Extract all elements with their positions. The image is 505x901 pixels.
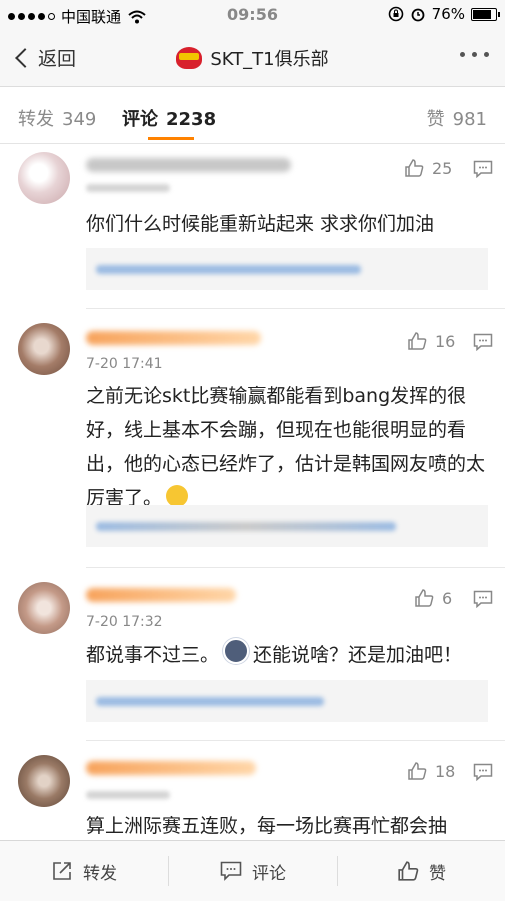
upside-down-face-icon <box>166 485 189 507</box>
meta-blurred <box>86 184 170 192</box>
husky-face-icon <box>223 638 250 664</box>
tab-comments[interactable]: 评论 2238 <box>122 105 216 131</box>
repost-label: 转发 <box>83 863 117 884</box>
tab-bar: 转发 349 评论 2238 赞 981 <box>0 87 505 144</box>
comment-icon <box>220 861 242 881</box>
tab-repost-count: 349 <box>62 109 97 130</box>
like-button[interactable]: 25 <box>404 158 452 178</box>
avatar[interactable] <box>18 323 70 375</box>
battery-icon <box>471 7 500 21</box>
navigation-bar: 返回 SKT_T1俱乐部 <box>0 30 505 87</box>
thumbs-up-icon <box>415 589 434 607</box>
quote-blurred <box>96 697 324 706</box>
status-bar: 中国联通 09:56 76% <box>0 0 505 30</box>
active-tab-indicator <box>148 137 194 140</box>
like-count: 6 <box>442 588 453 608</box>
like-label: 赞 <box>429 863 446 884</box>
tab-comments-count: 2238 <box>166 109 217 130</box>
divider <box>86 567 505 568</box>
quote-blurred <box>96 522 396 531</box>
like-button[interactable]: 6 <box>414 588 452 608</box>
reply-icon[interactable] <box>473 160 493 178</box>
divider <box>86 308 505 309</box>
thumbs-up-icon <box>408 762 427 780</box>
divider <box>86 740 505 741</box>
like-count: 25 <box>432 158 453 178</box>
comment-text: 算上洲际赛五连败，每一场比赛再忙都会抽 <box>86 815 448 837</box>
meta-blurred <box>86 791 170 799</box>
like-count: 16 <box>435 331 456 351</box>
username-blurred[interactable] <box>86 331 261 345</box>
comment-text-body: 之前无论skt比赛输赢都能看到bang发挥的很好，线上基本不会蹦，但现在也能很明… <box>86 385 486 509</box>
avatar[interactable] <box>18 152 70 204</box>
like-button[interactable]: 18 <box>407 761 455 781</box>
comment-text: 之前无论skt比赛输赢都能看到bang发挥的很好，线上基本不会蹦，但现在也能很明… <box>86 379 491 515</box>
tab-likes-count: 981 <box>452 109 487 130</box>
tab-comments-label: 评论 <box>122 109 158 130</box>
reply-icon[interactable] <box>473 763 493 781</box>
tab-likes[interactable]: 赞 981 <box>427 105 487 131</box>
like-post-button[interactable]: 赞 <box>338 841 505 901</box>
tab-likes-label: 赞 <box>426 109 445 130</box>
tab-repost-label: 转发 <box>18 109 54 130</box>
tab-repost[interactable]: 转发 349 <box>18 105 96 131</box>
original-post-quote[interactable] <box>86 505 488 547</box>
username-blurred[interactable] <box>86 588 236 602</box>
original-post-quote[interactable] <box>86 680 488 722</box>
comment-label: 评论 <box>252 863 286 884</box>
like-button[interactable]: 16 <box>407 331 455 351</box>
comment-button[interactable]: 评论 <box>169 841 337 901</box>
thumbs-up-icon <box>408 332 427 350</box>
repost-button[interactable]: 转发 <box>0 841 168 901</box>
comment-text: 你们什么时候能重新站起来 求求你们加油 <box>86 213 435 235</box>
battery-percent: 76% <box>431 5 465 23</box>
bottom-action-bar: 转发 评论 赞 <box>0 840 505 901</box>
repost-icon <box>53 862 71 880</box>
more-button[interactable] <box>460 52 489 57</box>
status-right: 76% <box>388 5 500 23</box>
comment-time: 7-20 17:41 <box>86 356 163 372</box>
comment-time: 7-20 17:32 <box>86 614 163 630</box>
like-count: 18 <box>435 761 456 781</box>
alarm-icon <box>411 8 425 22</box>
page-title-text: SKT_T1俱乐部 <box>210 49 329 70</box>
thumbs-up-icon <box>405 159 424 177</box>
username-blurred[interactable] <box>86 761 256 775</box>
username-blurred[interactable] <box>86 158 291 172</box>
reply-icon[interactable] <box>473 590 493 608</box>
reply-icon[interactable] <box>473 333 493 351</box>
rotation-lock-icon <box>388 6 403 22</box>
quote-blurred <box>96 265 361 274</box>
skt-logo <box>176 47 203 69</box>
comment-text-part1: 都说事不过三。 <box>86 644 220 666</box>
thumbs-up-icon <box>398 861 419 881</box>
original-post-quote[interactable] <box>86 248 488 290</box>
comment-text: 都说事不过三。 还能说啥？还是加油吧！ <box>86 638 491 672</box>
avatar[interactable] <box>18 755 70 807</box>
avatar[interactable] <box>18 582 70 634</box>
comment-text-part2: 还能说啥？还是加油吧！ <box>253 644 463 666</box>
page-title: SKT_T1俱乐部 <box>0 45 505 71</box>
